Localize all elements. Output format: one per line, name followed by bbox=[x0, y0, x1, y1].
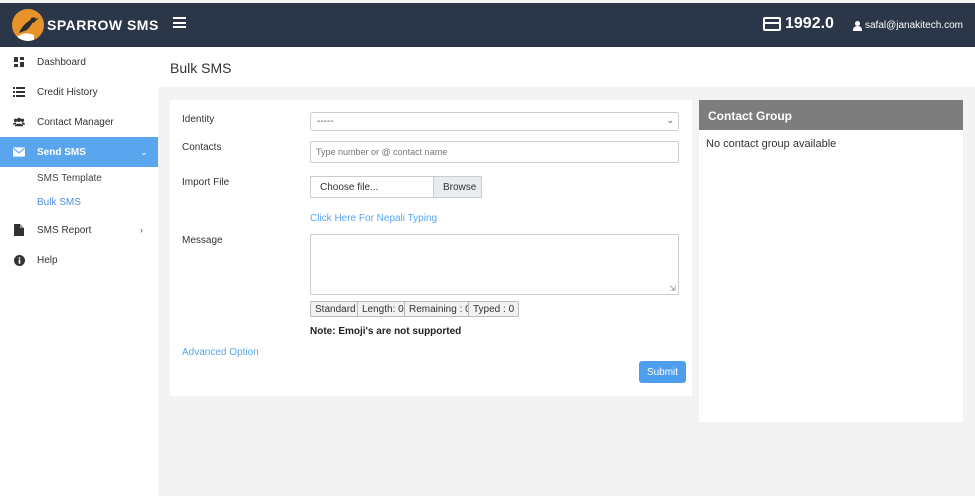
users-icon bbox=[13, 116, 25, 128]
encoding-badge: Standard bbox=[310, 301, 361, 317]
user-icon bbox=[853, 20, 862, 31]
resize-handle-icon[interactable]: ⇲ bbox=[669, 284, 676, 293]
user-email: safal@janakitech.com bbox=[865, 20, 963, 31]
sidebar-item-label: SMS Report bbox=[37, 224, 92, 236]
typed-badge: Typed : 0 bbox=[468, 301, 520, 317]
advanced-option-link[interactable]: Advanced Option bbox=[182, 347, 259, 358]
import-file-label: Import File bbox=[182, 177, 230, 188]
brand-name: SPARROW SMS bbox=[47, 17, 159, 33]
sidebar: Dashboard Credit History Contact Manager… bbox=[0, 47, 158, 496]
submenu-item-sms-template[interactable]: SMS Template bbox=[37, 173, 102, 184]
sidebar-item-dashboard[interactable]: Dashboard bbox=[0, 47, 158, 77]
user-menu[interactable]: safal@janakitech.com bbox=[853, 20, 963, 31]
sidebar-item-help[interactable]: Help bbox=[0, 245, 158, 275]
envelope-icon bbox=[13, 146, 25, 158]
page-header: Bulk SMS bbox=[158, 47, 975, 87]
sidebar-item-label: Contact Manager bbox=[37, 116, 114, 128]
nepali-typing-link[interactable]: Click Here For Nepali Typing bbox=[310, 213, 437, 224]
file-picker[interactable]: Choose file... Browse bbox=[310, 176, 482, 198]
browse-button[interactable]: Browse bbox=[433, 177, 481, 197]
message-textarea[interactable]: ⇲ bbox=[310, 234, 679, 295]
sidebar-item-send-sms[interactable]: Send SMS ⌄ bbox=[0, 137, 158, 167]
file-icon bbox=[13, 224, 25, 236]
sidebar-item-credit-history[interactable]: Credit History bbox=[0, 77, 158, 107]
identity-label: Identity bbox=[182, 114, 215, 125]
submenu-item-bulk-sms[interactable]: Bulk SMS bbox=[37, 197, 81, 208]
page-title: Bulk SMS bbox=[170, 60, 232, 76]
submit-button[interactable]: Submit bbox=[639, 361, 686, 383]
contact-group-panel: Contact Group No contact group available bbox=[699, 100, 963, 422]
chevron-right-icon: › bbox=[140, 225, 143, 235]
sidebar-item-contact-manager[interactable]: Contact Manager bbox=[0, 107, 158, 137]
emoji-note: Note: Emoji's are not supported bbox=[310, 326, 462, 337]
sidebar-item-sms-report[interactable]: SMS Report › bbox=[0, 215, 158, 245]
identity-selected-value: ----- bbox=[317, 116, 334, 127]
sidebar-item-label: Credit History bbox=[37, 86, 98, 98]
sidebar-item-label: Dashboard bbox=[37, 56, 86, 68]
message-label: Message bbox=[182, 235, 223, 246]
credit-value: 1992.0 bbox=[785, 15, 834, 32]
contact-group-title: Contact Group bbox=[708, 109, 792, 123]
sparrow-logo-icon[interactable] bbox=[12, 9, 44, 41]
credit-card-icon bbox=[763, 17, 781, 31]
info-icon bbox=[13, 254, 25, 266]
file-picker-text[interactable]: Choose file... bbox=[311, 177, 433, 197]
chevron-down-icon: ⌄ bbox=[666, 115, 674, 125]
sidebar-item-label: Send SMS bbox=[37, 146, 86, 158]
length-badge: Length: 0 bbox=[357, 301, 409, 317]
contact-group-empty-text: No contact group available bbox=[706, 138, 837, 150]
contacts-input[interactable]: Type number or @ contact name bbox=[310, 141, 679, 163]
contacts-label: Contacts bbox=[182, 142, 222, 153]
dashboard-icon bbox=[13, 56, 25, 68]
top-bar: SPARROW SMS 1992.0 safal@janakitech.com bbox=[0, 3, 975, 47]
sidebar-item-label: Help bbox=[37, 254, 58, 266]
remaining-badge: Remaining : 0 bbox=[404, 301, 476, 317]
contact-group-header: Contact Group bbox=[699, 100, 963, 130]
credit-balance: 1992.0 bbox=[763, 15, 834, 33]
identity-select[interactable]: ----- ⌄ bbox=[310, 112, 679, 131]
list-icon bbox=[13, 86, 25, 98]
chevron-down-icon: ⌄ bbox=[140, 146, 148, 157]
menu-toggle-icon[interactable] bbox=[173, 17, 186, 28]
bulk-sms-form: Identity ----- ⌄ Contacts Type number or… bbox=[170, 100, 692, 396]
